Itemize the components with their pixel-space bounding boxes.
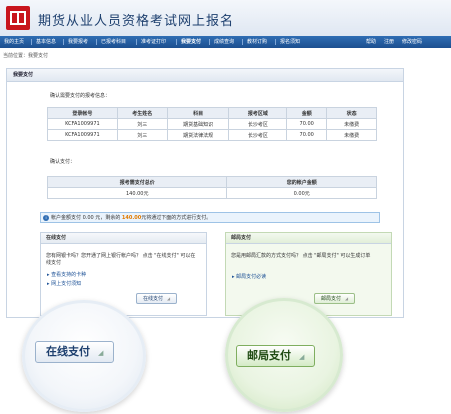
nav-item-notes[interactable]: 报名须知 [280, 36, 300, 48]
balance-value: 0.00元 [226, 187, 377, 199]
nav-item-pay[interactable]: 我要支付 [181, 36, 201, 48]
cell-account: KCFA1009971 [47, 118, 118, 130]
table-row: 140.00元 0.00元 [46, 187, 377, 199]
cell-status: 未缴费 [326, 129, 377, 141]
notice-prefix: 帐户金额支付 0.00 元，剩余的 [51, 215, 122, 221]
info-icon: i [43, 215, 49, 221]
cell-amount: 70.00 [286, 129, 328, 141]
nav-item-applied-subjects[interactable]: 已报考科目 [101, 36, 126, 48]
col-status: 状态 [326, 107, 377, 119]
online-pay-title: 在线支付 [41, 233, 206, 244]
nav-change-password[interactable]: 修改密码 [402, 36, 422, 48]
summary-table: 报考需支付总价 您的帐户金额 140.00元 0.00元 [46, 176, 377, 199]
online-pay-desc: 您有网银卡吗？您开通了网上银行帐户吗？ 点击 "在线支付" 可以在线支付 [46, 253, 196, 266]
cell-name: 刘三 [116, 129, 168, 141]
nav-register[interactable]: 注册 [384, 36, 394, 48]
notice-suffix: 元将通过下面的方式进行支付。 [141, 215, 212, 221]
nav-help[interactable]: 帮助 [366, 36, 376, 48]
cell-status: 未缴费 [326, 118, 377, 130]
nav-item-home[interactable]: 我的主页 [4, 36, 24, 48]
post-pay-button[interactable]: 邮局支付 ◢ [314, 293, 356, 304]
confirm-label: 确认需要支付的报考信息： [50, 93, 111, 99]
nav-item-basic-info[interactable]: 基本信息 [36, 36, 56, 48]
col-total: 报考需支付总价 [46, 176, 228, 188]
post-pay-title: 邮局支付 [226, 233, 391, 244]
logo [6, 6, 30, 30]
link-online-notes[interactable]: ▸ 网上支付须知 [47, 280, 81, 287]
nav-item-scores[interactable]: 成绩查询 [214, 36, 234, 48]
cell-account: KCFA1009971 [47, 129, 118, 141]
link-supported-cards[interactable]: ▸ 查看支持的卡种 [47, 271, 86, 278]
cell-name: 刘三 [116, 118, 168, 130]
nav-item-apply[interactable]: 我要报考 [68, 36, 88, 48]
breadcrumb: 当前位置：我要支付 [3, 53, 49, 59]
zoomed-post-pay-button[interactable]: 邮局支付 ◢ [236, 345, 316, 367]
confirm-pay-label: 确认支付： [50, 159, 76, 165]
col-amount: 金额 [286, 107, 328, 119]
nav-item-textbooks[interactable]: 教材订购 [247, 36, 267, 48]
nav-item-admission-ticket[interactable]: 准考证打印 [141, 36, 166, 48]
notice-amount: 140.00 [121, 215, 142, 221]
cell-region: 长沙考区 [228, 118, 288, 130]
cell-subject: 期货基础知识 [166, 118, 230, 130]
main-nav: 我的主页 基本信息 我要报考 已报考科目 准考证打印 我要支付 成绩查询 教材订… [0, 36, 451, 48]
table-row: KCFA1009971 刘三 期货法律法规 长沙考区 70.00 未缴费 [47, 129, 377, 141]
table-row: KCFA1009971 刘三 期货基础知识 长沙考区 70.00 未缴费 [47, 118, 377, 130]
col-account: 登录帐号 [47, 107, 118, 119]
magnifier-online: 在线支付 ◢ [22, 300, 146, 412]
payment-notice: i 帐户金额支付 0.00 元，剩余的 140.00元将通过下面的方式进行支付。 [40, 212, 380, 223]
online-pay-button[interactable]: 在线支付 ◢ [136, 293, 178, 304]
link-post-notes[interactable]: ▸ 邮局支付必读 [232, 273, 266, 280]
cell-region: 长沙考区 [228, 129, 288, 141]
panel-title: 我要支付 [7, 69, 403, 82]
exam-table: 登录帐号 考生姓名 科目 报考区域 金额 状态 KCFA1009971 刘三 期… [47, 107, 377, 141]
col-subject: 科目 [166, 107, 230, 119]
zoomed-online-pay-button[interactable]: 在线支付 ◢ [35, 341, 115, 363]
col-balance: 您的帐户金额 [226, 176, 377, 188]
col-name: 考生姓名 [116, 107, 168, 119]
cell-amount: 70.00 [286, 118, 328, 130]
col-region: 报考区域 [228, 107, 288, 119]
post-pay-desc: 您是用邮局汇款的方式支付吗？ 点击 "邮局支付" 可以生成订单 [231, 253, 371, 259]
total-value: 140.00元 [46, 187, 228, 199]
site-title: 期货从业人员资格考试网上报名 [38, 14, 235, 29]
magnifier-post: 邮局支付 ◢ [225, 298, 343, 412]
site-header: 期货从业人员资格考试网上报名 [0, 0, 451, 36]
cell-subject: 期货法律法规 [166, 129, 230, 141]
